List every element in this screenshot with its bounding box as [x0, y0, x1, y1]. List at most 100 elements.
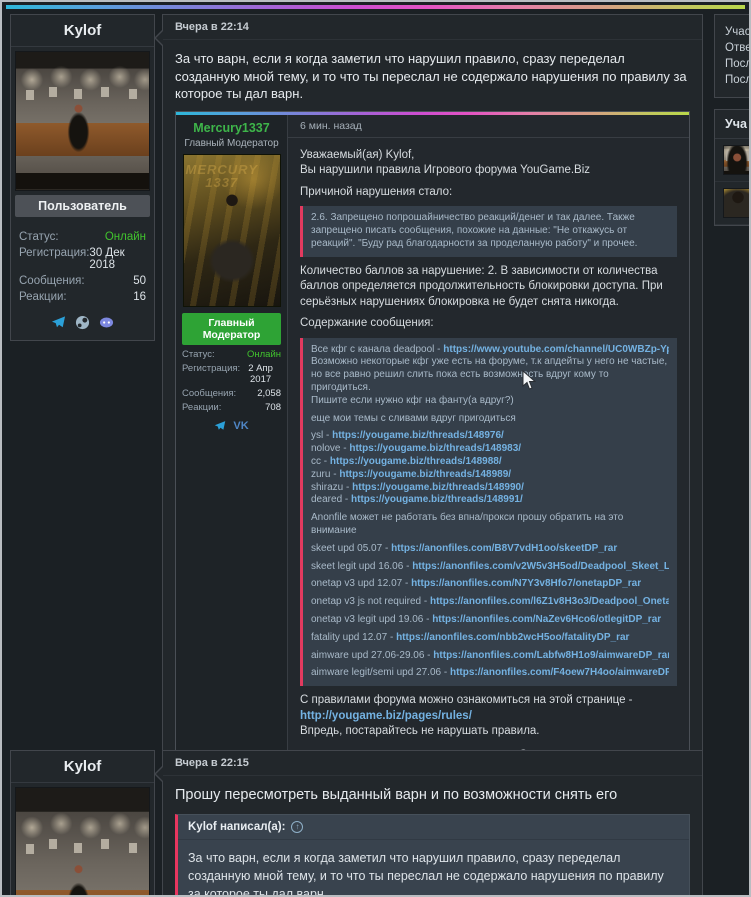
post1-author-role-badge: Пользователь — [15, 195, 150, 217]
quote-author-social-icons: VK — [182, 416, 281, 434]
stat-registration: Регистрация: 30 Дек 2018 — [19, 247, 125, 271]
quoted-text: shirazu - — [311, 481, 353, 493]
quoted-link[interactable]: https://yougame.biz/threads/148989/ — [339, 469, 511, 480]
participants-panel: Уча — [714, 109, 749, 226]
stat-status: Статус: Онлайн — [182, 348, 281, 360]
stat-reactions: Реакции: 16 — [19, 291, 146, 303]
quoted-text: Пишите если нужно кфг на фанту(а вдруг?) — [311, 394, 514, 406]
quoted-text: fatality upd 12.07 - — [311, 631, 397, 643]
post1-author-social-icons — [11, 309, 154, 340]
quoted-link[interactable]: https://anonfiles.com/N7Y3v8Hfo7/onetapD… — [411, 578, 641, 589]
quoted-text: еще мои темы с сливами вдруг пригодиться — [311, 412, 516, 424]
participant-row — [715, 182, 749, 225]
telegram-icon[interactable] — [214, 420, 226, 432]
quoted-link[interactable]: https://anonfiles.com/l6Z1v8H3o3/Deadpoo… — [430, 596, 669, 607]
post2-message-text: Прошу пересмотреть выданный варн и по во… — [175, 787, 618, 803]
participant-avatar-kylof[interactable] — [723, 145, 749, 175]
post1-message-block: Вчера в 22:14 За что варн, если я когда … — [154, 14, 703, 844]
kylof-quote-body: За что варн, если я когда заметил что на… — [178, 840, 689, 897]
quoted-text: ysl - — [311, 430, 333, 442]
post2-author-name[interactable]: Kylof — [11, 751, 154, 783]
kylof-quote-text: За что варн, если я когда заметил что на… — [188, 850, 664, 897]
participants-title: Уча — [715, 110, 749, 139]
mercury-quote-block: Mercury1337 Главный Модератор MERCURY 133… — [175, 110, 690, 790]
stat-registration: Регистрация: 2 Апр 2017 — [182, 362, 273, 385]
quoted-link[interactable]: https://yougame.biz/threads/148991/ — [351, 494, 523, 505]
quoted-link[interactable]: https://anonfiles.com/B8V7vdH1oo/skeetDP… — [391, 543, 617, 554]
post2-body: Прошу пересмотреть выданный варн и по во… — [163, 776, 702, 897]
quoted-link[interactable]: https://yougame.biz/threads/148976/ — [332, 430, 504, 441]
stat-reactions: Реакции: 708 — [182, 401, 281, 413]
quoted-link[interactable]: https://anonfiles.com/F4oew7H4oo/aimware… — [450, 667, 669, 678]
quoted-text: deared - — [311, 494, 352, 506]
quote-author-avatar[interactable]: MERCURY 1337 — [182, 153, 281, 307]
status-online-value: Онлайн — [104, 231, 146, 243]
telegram-icon[interactable] — [51, 315, 66, 330]
quoted-link[interactable]: https://yougame.biz/threads/148983/ — [349, 443, 521, 454]
quoted-link[interactable]: https://www.youtube.com/channel/UC0WBZp-… — [443, 344, 669, 355]
quote-content-label: Содержание сообщения: — [300, 317, 434, 330]
post2-date[interactable]: Вчера в 22:15 — [163, 751, 702, 776]
quoted-link[interactable]: https://anonfiles.com/Labfw8H1o9/aimware… — [433, 650, 669, 661]
quoted-text: onetap v3 js not required - — [311, 596, 430, 608]
rules-link[interactable]: http://yougame.biz/pages/rules/ — [300, 710, 472, 722]
quoted-text: aimware upd 27.06-29.06 - — [311, 649, 434, 661]
vk-icon[interactable]: VK — [233, 420, 248, 432]
quoted-text: onetap v3 upd 12.07 - — [311, 578, 412, 590]
avatar-watermark: MERCURY 1337 — [185, 161, 258, 190]
quote-points-text: Количество баллов за нарушение: 2. В зав… — [300, 264, 663, 308]
quoted-link[interactable]: https://anonfiles.com/nbb2wcH5oo/fatalit… — [396, 632, 629, 643]
kylof-quote-block: Kylof написал(а): ↑ За что варн, если я … — [175, 813, 690, 897]
quote-rules-line: С правилами форума можно ознакомиться на… — [300, 694, 633, 738]
thread-rainbow-bar — [6, 5, 745, 9]
quoted-text: Все кфг с канала deadpool - — [311, 343, 444, 355]
content-quote: Все кфг с канала deadpool - https://www.… — [300, 337, 677, 687]
post2-author-panel: Kylof — [10, 750, 155, 895]
post1-date[interactable]: Вчера в 22:14 — [163, 15, 702, 40]
stat-status: Статус: Онлайн — [19, 231, 146, 243]
quote-timestamp[interactable]: 6 мин. назад — [288, 115, 689, 138]
post1-author-panel: Kylof Пользователь Статус: Онлайн Регистр… — [10, 14, 155, 341]
post1-author-avatar[interactable] — [15, 51, 150, 191]
info-row-last-reply: Посл — [725, 58, 751, 70]
forum-thread-page: Kylof Пользователь Статус: Онлайн Регистр… — [0, 0, 751, 897]
quoted-link[interactable]: https://yougame.biz/threads/148988/ — [330, 456, 502, 467]
quote-content: Уважаемый(ая) Kylof, Вы нарушили правила … — [288, 138, 689, 789]
quoted-text: skeet legit upd 16.06 - — [311, 560, 413, 572]
post1-author-name[interactable]: Kylof — [11, 15, 154, 47]
info-row-replies: Отве — [725, 42, 751, 54]
quoted-text: skeet upd 05.07 - — [311, 542, 392, 554]
quoted-link[interactable]: https://yougame.biz/threads/148990/ — [352, 482, 524, 493]
quoted-text: aimware legit/semi upd 27.06 - — [311, 667, 450, 679]
info-row-last-message: Посл — [725, 74, 751, 86]
quoted-text: nolove - — [311, 443, 350, 455]
quote-content-column: 6 мин. назад Уважаемый(ая) Kylof, Вы нару… — [288, 114, 689, 789]
quoted-text: Возможно некоторые кфг уже есть на форум… — [311, 356, 668, 394]
participant-row — [715, 139, 749, 182]
participant-avatar-mercury[interactable] — [723, 188, 749, 218]
quote-author-panel: Mercury1337 Главный Модератор MERCURY 133… — [176, 114, 288, 789]
stat-messages: Сообщения: 50 — [19, 275, 146, 287]
thread-info-panel: Учас Отве Посл Посл — [714, 14, 751, 98]
post1-body: За что варн, если я когда заметил что на… — [163, 40, 702, 802]
quote-author-name[interactable]: Mercury1337 — [182, 121, 281, 135]
quote-author-role-badge: Главный Модератор — [182, 312, 281, 345]
quoted-link[interactable]: https://anonfiles.com/NaZev6Hco6/otlegit… — [432, 614, 661, 625]
quoted-link[interactable]: https://anonfiles.com/v2W5v3H5od/Deadpoo… — [412, 561, 669, 572]
post2-author-avatar[interactable] — [15, 787, 150, 895]
quote-reason-label: Причиной нарушения стало: — [300, 185, 453, 198]
thread-sidebar: Учас Отве Посл Посл Уча — [714, 14, 751, 226]
post1-author-stats: Статус: Онлайн Регистрация: 30 Дек 2018 Со… — [11, 221, 154, 309]
rule-quote: 2.6. Запрещено попрошайничество реакций/… — [300, 206, 677, 257]
quote-intro: Уважаемый(ая) Kylof, Вы нарушили правила … — [300, 148, 591, 177]
stat-messages: Сообщения: 2,058 — [182, 387, 281, 399]
quoted-text: Anonfile может не работать без впна/прок… — [311, 512, 624, 536]
discord-icon[interactable] — [99, 315, 114, 330]
info-row-participants: Учас — [725, 26, 751, 38]
quote-expand-icon[interactable]: ↑ — [291, 820, 304, 833]
quoted-text: cc - — [311, 456, 330, 468]
kylof-quote-header[interactable]: Kylof написал(а): ↑ — [178, 815, 689, 840]
steam-icon[interactable] — [75, 315, 90, 330]
quoted-text: zuru - — [311, 468, 340, 480]
post2-message-block: Вчера в 22:15 Прошу пересмотреть выданны… — [154, 750, 703, 897]
